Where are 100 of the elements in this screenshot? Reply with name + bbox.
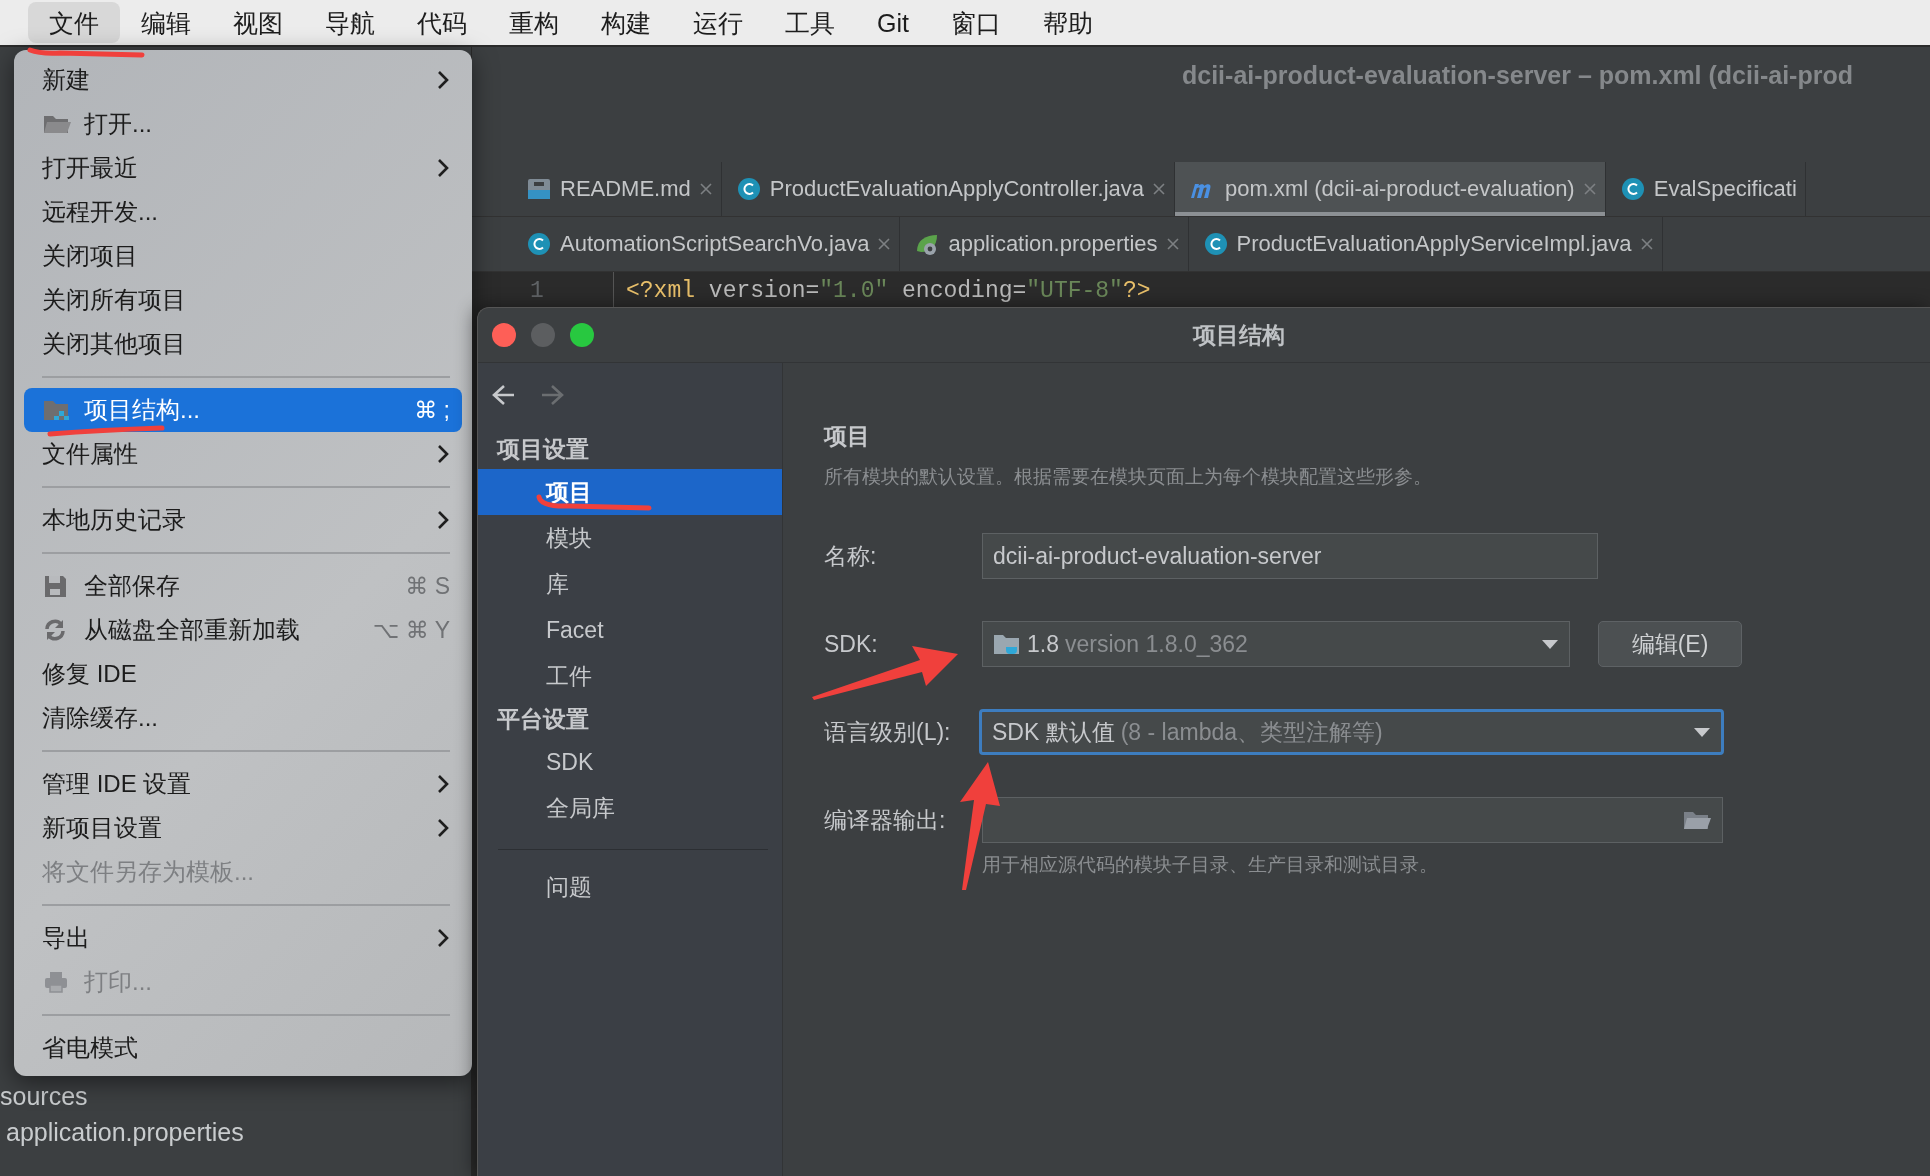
dropdown-hint: version 1.8.0_362 [1065, 630, 1248, 658]
menu-item[interactable]: 全部保存 ⌘ S [24, 564, 462, 608]
menu-item[interactable]: 本地历史记录 [24, 498, 462, 542]
menu-item-label: 从磁盘全部重新加载 [84, 615, 301, 645]
sidebar-item[interactable]: 全局库 [478, 785, 782, 831]
dropdown-hint: (8 - lambda、类型注解等) [1120, 717, 1383, 747]
dropdown[interactable]: SDK 默认值 (8 - lambda、类型注解等) [979, 709, 1724, 755]
editor-tab[interactable]: application.properties [900, 217, 1189, 271]
menu-bar-item[interactable]: 重构 [488, 2, 580, 43]
project-tree-item[interactable]: application.properties [0, 1114, 244, 1150]
menu-item-label: 将文件另存为模板... [42, 857, 255, 887]
menu-item[interactable]: 管理 IDE 设置 [24, 762, 462, 806]
chevron-right-icon [436, 443, 450, 465]
dropdown-caret-icon [1541, 638, 1559, 650]
sidebar-item[interactable]: SDK [478, 739, 782, 785]
menu-item-label: 打开最近 [42, 153, 139, 183]
code-line: <?xml version="1.0" encoding="UTF-8"?> [626, 278, 1151, 304]
menu-item-label: 新建 [42, 65, 91, 95]
line-number: 1 [530, 278, 545, 304]
field-label: SDK: [824, 630, 879, 658]
zoom-button[interactable] [570, 323, 594, 347]
menu-bar-item[interactable]: 工具 [764, 2, 856, 43]
menu-bar-item[interactable]: 编辑 [120, 2, 212, 43]
menu-bar-item[interactable]: 窗口 [929, 2, 1022, 43]
tab-label: ProductEvaluationApplyController.java [769, 176, 1144, 202]
editor-tab[interactable]: pom.xml (dcii-ai-product-evaluation) [1175, 162, 1606, 216]
name-field[interactable]: dcii-ai-product-evaluation-server [982, 533, 1598, 579]
field-label: 名称: [824, 541, 878, 571]
field-label: 编译器输出: [824, 805, 947, 835]
sidebar-item[interactable]: Facet [478, 607, 782, 653]
menu-item-label: 省电模式 [42, 1033, 139, 1063]
sidebar-item[interactable]: 库 [478, 561, 782, 607]
menu-item-label: 新项目设置 [42, 813, 163, 843]
close-icon [698, 182, 713, 196]
menu-item[interactable]: 关闭项目 [24, 234, 462, 278]
menu-item[interactable]: 关闭所有项目 [24, 278, 462, 322]
shortcut-label: ⌘ S [405, 572, 450, 600]
menu-bar-item[interactable]: 帮助 [1021, 2, 1114, 43]
menu-item-label: 修复 IDE [42, 659, 138, 689]
editor-tab[interactable]: ProductEvaluationApplyController.java [721, 162, 1175, 216]
tab-label: AutomationScriptSearchVo.java [560, 231, 870, 257]
close-icon [1639, 237, 1654, 251]
sidebar-header: 项目设置 [495, 434, 590, 464]
sidebar-item[interactable]: 工件 [478, 653, 782, 699]
menu-item-label: 打印... [84, 967, 153, 997]
menu-bar-item[interactable]: 代码 [396, 2, 488, 43]
menu-bar-item[interactable]: 构建 [580, 2, 672, 43]
menu-item[interactable]: 远程开发... [24, 190, 462, 234]
shortcut-label: ⌘ ; [414, 396, 450, 424]
menu-item[interactable]: 导出 [24, 916, 462, 960]
sidebar-item[interactable]: 模块 [478, 515, 782, 561]
menu-item[interactable]: 打开... [24, 102, 462, 146]
section-title: 项目 [824, 422, 871, 451]
editor-tab[interactable]: EvalSpecificati [1605, 162, 1806, 216]
menu-bar-item[interactable]: Git [856, 4, 930, 41]
close-icon [1165, 237, 1180, 251]
editor-tab[interactable]: AutomationScriptSearchVo.java [512, 217, 901, 271]
menu-item-label: 关闭其他项目 [42, 329, 187, 359]
menu-item-label: 全部保存 [84, 571, 181, 601]
edit-button[interactable]: 编辑(E) [1598, 621, 1742, 667]
sidebar-header: 平台设置 [496, 704, 590, 734]
tab-label: application.properties [948, 231, 1158, 257]
menu-item-label: 远程开发... [42, 197, 159, 227]
editor-tab[interactable]: ProductEvaluationApplyServiceImpl.java [1188, 217, 1663, 271]
menu-item[interactable]: 打开最近 [24, 146, 462, 190]
shortcut-label: ⌥ ⌘ Y [372, 616, 450, 644]
project-tree-item[interactable]: sources [0, 1078, 88, 1114]
menu-bar-item[interactable]: 视图 [212, 2, 304, 43]
menu-item[interactable]: 清除缓存... [24, 696, 462, 740]
sidebar-item[interactable]: 项目 [478, 469, 782, 515]
menu-bar-item[interactable]: 运行 [672, 2, 764, 43]
menu-item-label: 本地历史记录 [42, 505, 187, 535]
class-icon [1619, 176, 1646, 202]
tab-label: pom.xml (dcii-ai-product-evaluation) [1225, 176, 1575, 202]
tab-label: README.md [560, 176, 691, 202]
menu-bar-item[interactable]: 文件 [28, 2, 120, 43]
menu-item-label: 清除缓存... [42, 703, 159, 733]
class-icon [735, 176, 762, 202]
close-icon [1152, 182, 1166, 196]
menu-item[interactable]: 项目结构... ⌘ ; [24, 388, 462, 432]
menu-item[interactable]: 从磁盘全部重新加载 ⌥ ⌘ Y [24, 608, 462, 652]
chevron-right-icon [436, 927, 450, 949]
menu-item[interactable]: 关闭其他项目 [24, 322, 462, 366]
menu-item[interactable]: 新项目设置 [24, 806, 462, 850]
dropdown[interactable]: 1.8 version 1.8.0_362 [982, 621, 1570, 667]
class-icon [1202, 231, 1229, 257]
sidebar-item[interactable]: 问题 [478, 864, 782, 910]
chevron-right-icon [436, 69, 450, 91]
editor-tab[interactable]: README.md [512, 162, 722, 216]
path-field[interactable] [982, 797, 1723, 843]
close-window-button[interactable] [492, 323, 516, 347]
chevron-right-icon [436, 157, 450, 179]
menu-item[interactable]: 新建 [24, 58, 462, 102]
chevron-right-icon [436, 773, 450, 795]
menu-bar-item[interactable]: 导航 [304, 2, 396, 43]
menu-item[interactable]: 修复 IDE [24, 652, 462, 696]
menu-item[interactable]: 省电模式 [24, 1026, 462, 1070]
tab-label: EvalSpecificati [1653, 176, 1797, 202]
chevron-right-icon [436, 817, 450, 839]
menu-item[interactable]: 文件属性 [24, 432, 462, 476]
